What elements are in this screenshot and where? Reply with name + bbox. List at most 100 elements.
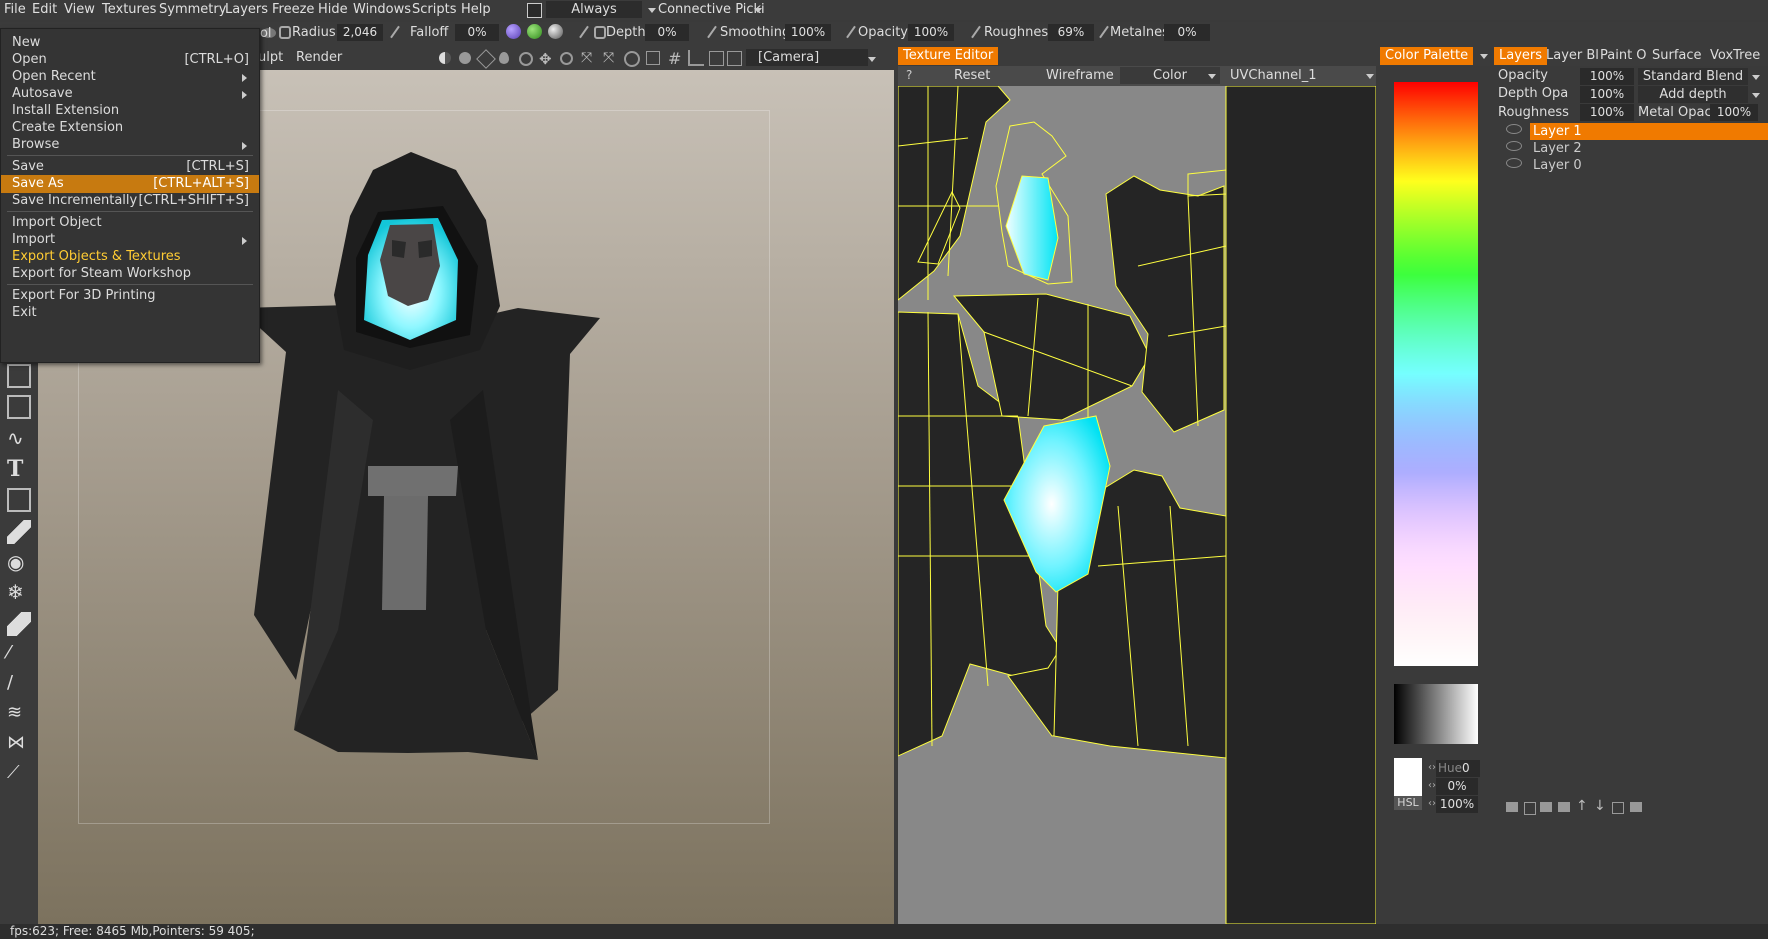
file-menu-item[interactable]: Create Extension [1,119,259,137]
file-menu-item[interactable]: New [1,34,259,52]
uv-set-dropdown[interactable]: UVChannel_1 [1230,68,1317,83]
tab-color-palette[interactable]: Color Palette [1380,47,1474,65]
eye-tool-icon[interactable]: ◉ [7,550,31,574]
folder-icon[interactable] [1630,802,1642,812]
roughness-field[interactable]: 69% [1048,24,1094,41]
fit-all-icon[interactable]: ⤧ [581,50,592,66]
frame-icon[interactable] [709,51,724,66]
depth-mode-dropdown[interactable]: Add depth [1638,86,1748,103]
camera-dropdown[interactable]: [Camera] [746,49,868,66]
tab-surface[interactable]: Surface [1652,48,1702,63]
chevron-down-icon[interactable] [1752,93,1760,98]
roughness-opacity-field[interactable]: 100% [1580,104,1634,121]
light-icon[interactable] [459,52,471,64]
file-menu-item[interactable]: Export for Steam Workshop [1,265,259,283]
butterfly-icon[interactable]: ⋈ [7,732,31,756]
pen-pressure-icon[interactable]: ⤧ [603,50,614,66]
new-layer-icon[interactable] [1506,802,1518,812]
chevron-down-icon[interactable] [1208,74,1216,79]
move-icon[interactable]: ✥ [539,50,552,68]
help-button[interactable]: ? [906,68,912,82]
menu-layers[interactable]: Layers [225,2,268,17]
file-menu-item[interactable]: Save Incrementally [CTRL+SHIFT+S] [1,192,259,210]
layer-row[interactable]: Layer 2 [1530,140,1768,157]
shading-icon[interactable] [439,52,451,64]
text-tool-icon[interactable]: T [7,456,31,482]
depth-field[interactable]: 0% [645,24,689,41]
clone-tool-icon[interactable] [7,612,31,636]
gloss-sphere-icon[interactable] [548,24,563,39]
lock-icon[interactable] [279,26,291,39]
hue-spectrum[interactable] [1394,82,1478,666]
opacity-field[interactable]: 100% [908,24,954,41]
delete-layer-icon[interactable] [1524,802,1536,815]
tab-texture-editor[interactable]: Texture Editor [898,47,999,65]
metalness-field[interactable]: 0% [1164,24,1210,41]
sculpt-room-tab[interactable]: ulpt [258,50,283,65]
chevron-down-icon[interactable] [648,8,656,13]
pen-tool-icon[interactable]: / [7,672,31,696]
color-mode-button[interactable]: HSL [1394,796,1422,810]
move-up-icon[interactable]: ↑ [1576,798,1588,814]
tab-layer-blending[interactable]: Layer Bl [1546,48,1599,63]
ruler-icon[interactable]: ⟋ [7,762,31,786]
file-menu-item[interactable]: Browse [1,136,259,154]
fill-tool-icon[interactable] [7,488,31,512]
clear-layer-icon[interactable] [1612,802,1624,814]
pen-icon[interactable] [579,25,589,39]
uv-canvas[interactable] [898,86,1376,924]
page-tool-icon[interactable] [7,395,31,419]
freeze-icon[interactable]: ❄ [7,580,31,604]
file-menu-item[interactable]: Install Extension [1,102,259,120]
curve-tool-icon[interactable]: ∿ [7,426,31,450]
metal-opacity-field[interactable]: 100% [1710,104,1758,121]
saturation-field[interactable]: 0% [1436,778,1478,795]
falloff-field[interactable]: 0% [455,24,499,41]
file-menu-item[interactable]: Open [CTRL+O] [1,51,259,69]
menu-hide[interactable]: Hide [318,2,348,17]
file-menu-item[interactable]: Open Recent [1,68,259,86]
pen-icon[interactable] [390,25,400,39]
render-room-tab[interactable]: Render [296,50,342,65]
wireframe-toggle[interactable]: Wireframe [1046,68,1114,83]
chevron-down-icon[interactable] [754,8,762,13]
menu-edit[interactable]: Edit [32,2,57,17]
radius-field[interactable]: 2,046 [337,24,383,41]
brush-settings-icon[interactable] [476,49,496,69]
depth-opacity-field[interactable]: 100% [1580,86,1634,103]
file-menu-item[interactable]: Import Object [1,214,259,232]
tab-layers[interactable]: Layers [1494,47,1548,65]
layer-opacity-field[interactable]: 100% [1580,68,1634,85]
chevron-down-icon[interactable] [868,57,876,62]
pen-icon[interactable] [707,25,717,39]
picking-type-dropdown[interactable]: Connective Picki [658,2,765,17]
smudge-tool-icon[interactable]: ≋ [7,702,31,726]
drop-icon[interactable] [499,52,509,64]
picking-mode-dropdown[interactable]: Always [546,1,642,18]
screenshot-icon[interactable] [727,51,742,66]
no-entry-icon[interactable] [624,51,640,67]
file-menu-item[interactable]: Save As [CTRL+ALT+S] [1,175,259,193]
menu-view[interactable]: View [64,2,95,17]
chevron-down-icon[interactable] [1366,74,1374,79]
reset-button[interactable]: Reset [954,68,990,83]
eye-icon[interactable] [1506,141,1522,151]
select-tool-icon[interactable] [7,364,31,388]
duplicate-layer-icon[interactable] [1558,802,1570,812]
pen-icon[interactable] [1099,25,1109,39]
menu-file[interactable]: File [4,2,26,17]
zoom-icon[interactable] [560,52,573,65]
eye-icon[interactable] [1506,158,1522,168]
layer-row[interactable]: Layer 0 [1530,157,1768,174]
eraser-icon[interactable] [7,520,31,544]
file-menu-item[interactable]: Export Objects & Textures [1,248,259,266]
layer-row-active[interactable]: Layer 1 [1530,123,1768,140]
pen-icon[interactable] [846,25,856,39]
value-gradient[interactable] [1394,684,1478,744]
pen-icon[interactable] [971,25,981,39]
tab-paint-objects[interactable]: Paint O [1600,48,1647,63]
material-sphere-icon[interactable] [506,24,521,39]
selected-color-swatch[interactable] [1394,758,1422,796]
hue-field[interactable]: Hue0 [1436,760,1480,777]
menu-symmetry[interactable]: Symmetry [159,2,226,17]
